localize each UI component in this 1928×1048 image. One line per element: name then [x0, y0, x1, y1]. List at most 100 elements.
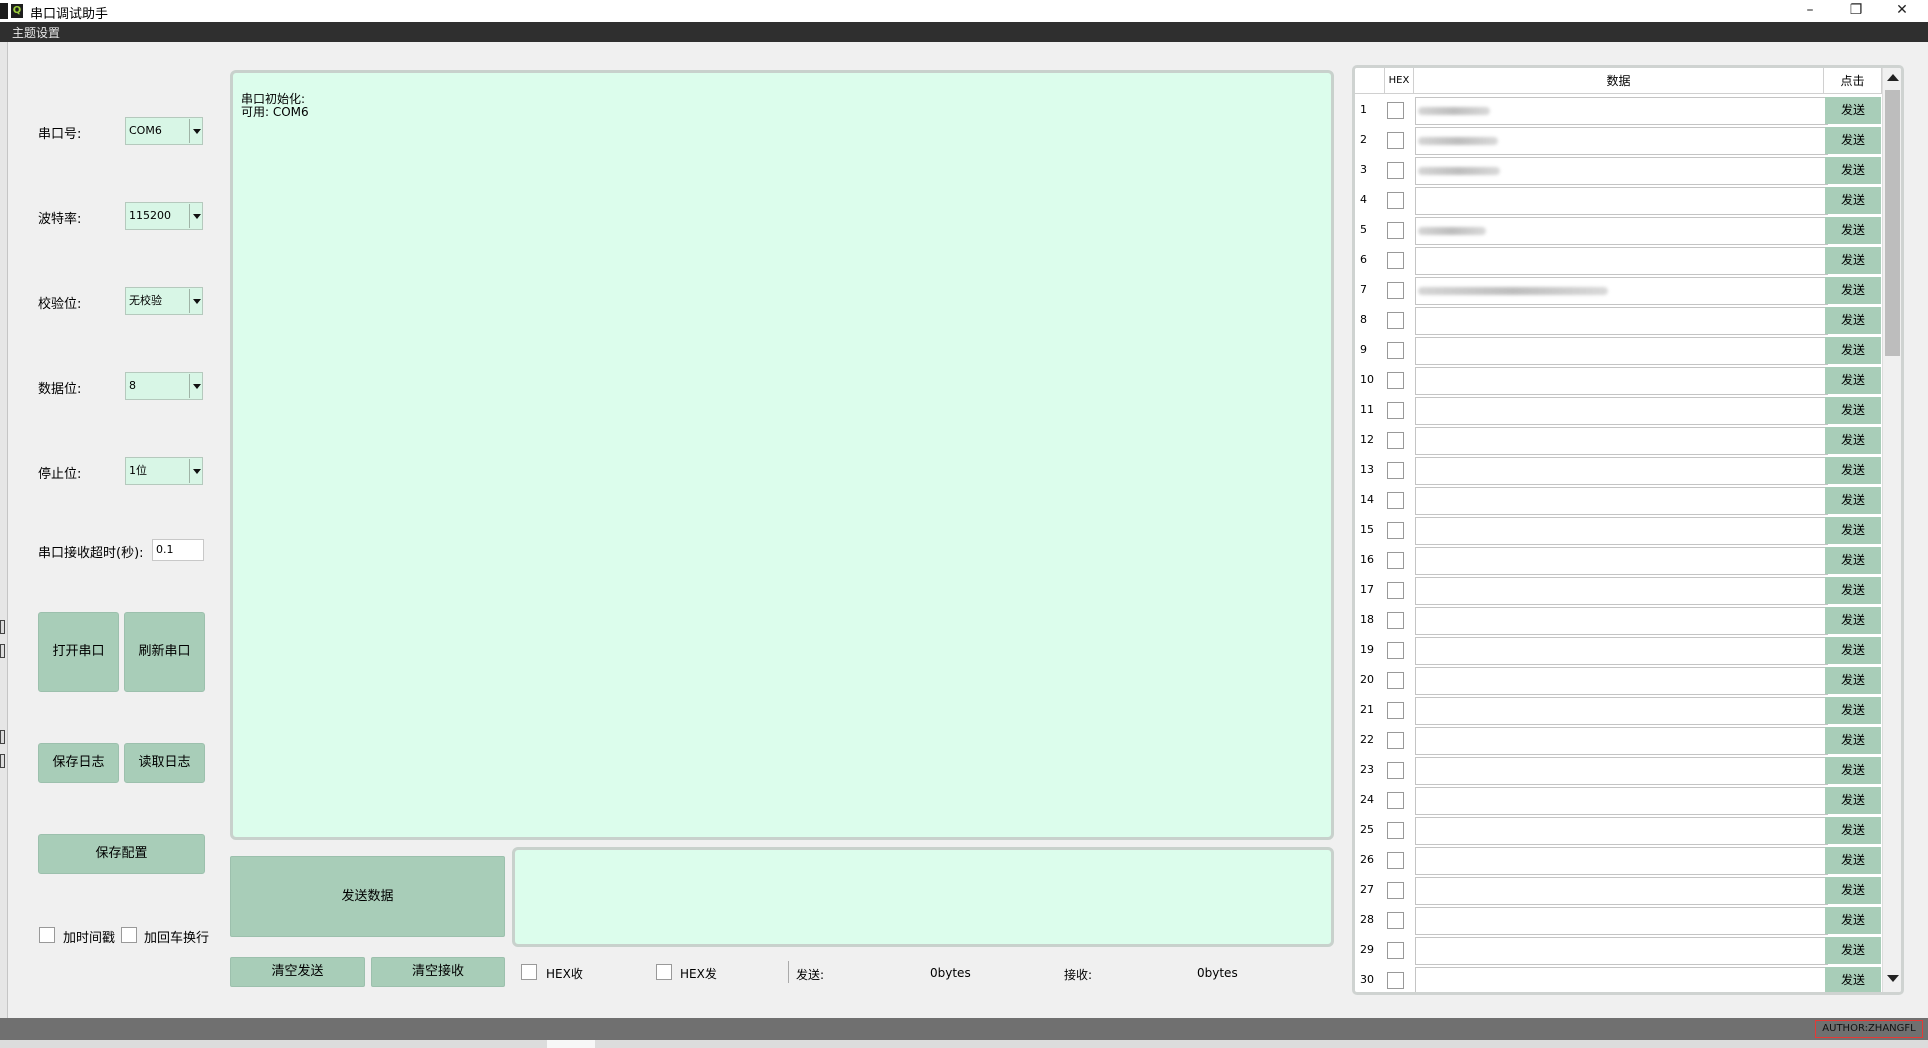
restore-icon[interactable]: ❐ — [1833, 0, 1879, 22]
row-send-button[interactable]: 发送 — [1825, 787, 1881, 814]
row-data-input[interactable] — [1415, 157, 1828, 185]
row-data-input[interactable] — [1415, 727, 1828, 755]
save-config-button[interactable]: 保存配置 — [38, 834, 205, 874]
row-send-button[interactable]: 发送 — [1825, 547, 1881, 574]
scroll-up-icon[interactable] — [1885, 70, 1900, 86]
row-data-input[interactable] — [1415, 187, 1828, 215]
row-data-input[interactable] — [1415, 877, 1828, 905]
row-data-input[interactable] — [1415, 637, 1828, 665]
row-data-input[interactable] — [1415, 697, 1828, 725]
save-log-button[interactable]: 保存日志 — [38, 743, 119, 783]
row-hex-checkbox[interactable] — [1387, 762, 1404, 779]
close-icon[interactable]: ✕ — [1879, 0, 1925, 22]
row-data-input[interactable] — [1415, 757, 1828, 785]
port-select[interactable]: COM6 — [125, 117, 203, 145]
row-data-input[interactable] — [1415, 817, 1828, 845]
row-hex-checkbox[interactable] — [1387, 942, 1404, 959]
row-hex-checkbox[interactable] — [1387, 342, 1404, 359]
row-hex-checkbox[interactable] — [1387, 492, 1404, 509]
row-send-button[interactable]: 发送 — [1825, 607, 1881, 634]
stopbits-select[interactable]: 1位 — [125, 457, 203, 485]
row-send-button[interactable]: 发送 — [1825, 847, 1881, 874]
row-hex-checkbox[interactable] — [1387, 822, 1404, 839]
row-data-input[interactable] — [1415, 247, 1828, 275]
row-data-input[interactable] — [1415, 667, 1828, 695]
row-hex-checkbox[interactable] — [1387, 582, 1404, 599]
add-newline-checkbox[interactable] — [121, 927, 137, 943]
row-hex-checkbox[interactable] — [1387, 882, 1404, 899]
open-port-button[interactable]: 打开串口 — [38, 612, 119, 692]
row-send-button[interactable]: 发送 — [1825, 187, 1881, 214]
row-send-button[interactable]: 发送 — [1825, 637, 1881, 664]
row-hex-checkbox[interactable] — [1387, 732, 1404, 749]
scroll-thumb[interactable] — [1885, 90, 1900, 356]
row-data-input[interactable] — [1415, 277, 1828, 305]
row-send-button[interactable]: 发送 — [1825, 517, 1881, 544]
row-send-button[interactable]: 发送 — [1825, 457, 1881, 484]
receive-textarea[interactable]: 串口初始化: 可用: COM6 — [230, 70, 1334, 840]
row-data-input[interactable] — [1415, 967, 1828, 992]
row-send-button[interactable]: 发送 — [1825, 277, 1881, 304]
row-hex-checkbox[interactable] — [1387, 642, 1404, 659]
row-send-button[interactable]: 发送 — [1825, 667, 1881, 694]
row-data-input[interactable] — [1415, 337, 1828, 365]
row-hex-checkbox[interactable] — [1387, 192, 1404, 209]
row-hex-checkbox[interactable] — [1387, 252, 1404, 269]
row-data-input[interactable] — [1415, 367, 1828, 395]
row-send-button[interactable]: 发送 — [1825, 577, 1881, 604]
row-send-button[interactable]: 发送 — [1825, 697, 1881, 724]
row-send-button[interactable]: 发送 — [1825, 157, 1881, 184]
row-data-input[interactable] — [1415, 127, 1828, 155]
databits-select[interactable]: 8 — [125, 372, 203, 400]
row-hex-checkbox[interactable] — [1387, 912, 1404, 929]
row-send-button[interactable]: 发送 — [1825, 247, 1881, 274]
row-data-input[interactable] — [1415, 457, 1828, 485]
row-hex-checkbox[interactable] — [1387, 462, 1404, 479]
row-send-button[interactable]: 发送 — [1825, 127, 1881, 154]
read-log-button[interactable]: 读取日志 — [124, 743, 205, 783]
row-data-input[interactable] — [1415, 517, 1828, 545]
row-data-input[interactable] — [1415, 607, 1828, 635]
row-data-input[interactable] — [1415, 427, 1828, 455]
row-hex-checkbox[interactable] — [1387, 672, 1404, 689]
row-send-button[interactable]: 发送 — [1825, 487, 1881, 514]
row-hex-checkbox[interactable] — [1387, 312, 1404, 329]
row-data-input[interactable] — [1415, 547, 1828, 575]
row-send-button[interactable]: 发送 — [1825, 877, 1881, 904]
row-data-input[interactable] — [1415, 937, 1828, 965]
row-send-button[interactable]: 发送 — [1825, 937, 1881, 964]
row-hex-checkbox[interactable] — [1387, 372, 1404, 389]
row-hex-checkbox[interactable] — [1387, 222, 1404, 239]
clear-recv-button[interactable]: 清空接收 — [371, 957, 505, 987]
clear-send-button[interactable]: 清空发送 — [230, 957, 365, 987]
row-data-input[interactable] — [1415, 577, 1828, 605]
row-send-button[interactable]: 发送 — [1825, 307, 1881, 334]
row-send-button[interactable]: 发送 — [1825, 967, 1881, 992]
row-send-button[interactable]: 发送 — [1825, 217, 1881, 244]
row-send-button[interactable]: 发送 — [1825, 757, 1881, 784]
row-hex-checkbox[interactable] — [1387, 402, 1404, 419]
row-hex-checkbox[interactable] — [1387, 132, 1404, 149]
row-data-input[interactable] — [1415, 217, 1828, 245]
row-data-input[interactable] — [1415, 97, 1828, 125]
hex-recv-checkbox[interactable] — [521, 964, 537, 980]
row-hex-checkbox[interactable] — [1387, 282, 1404, 299]
row-data-input[interactable] — [1415, 397, 1828, 425]
row-send-button[interactable]: 发送 — [1825, 817, 1881, 844]
row-hex-checkbox[interactable] — [1387, 522, 1404, 539]
send-textarea[interactable] — [512, 847, 1334, 947]
row-hex-checkbox[interactable] — [1387, 612, 1404, 629]
row-hex-checkbox[interactable] — [1387, 702, 1404, 719]
row-send-button[interactable]: 发送 — [1825, 367, 1881, 394]
row-hex-checkbox[interactable] — [1387, 432, 1404, 449]
table-scrollbar[interactable] — [1882, 68, 1901, 992]
row-send-button[interactable]: 发送 — [1825, 397, 1881, 424]
row-send-button[interactable]: 发送 — [1825, 907, 1881, 934]
send-data-button[interactable]: 发送数据 — [230, 856, 505, 937]
row-hex-checkbox[interactable] — [1387, 552, 1404, 569]
minimize-icon[interactable]: – — [1787, 0, 1833, 22]
row-hex-checkbox[interactable] — [1387, 852, 1404, 869]
refresh-port-button[interactable]: 刷新串口 — [124, 612, 205, 692]
timeout-input[interactable]: 0.1 — [152, 539, 204, 561]
row-hex-checkbox[interactable] — [1387, 102, 1404, 119]
